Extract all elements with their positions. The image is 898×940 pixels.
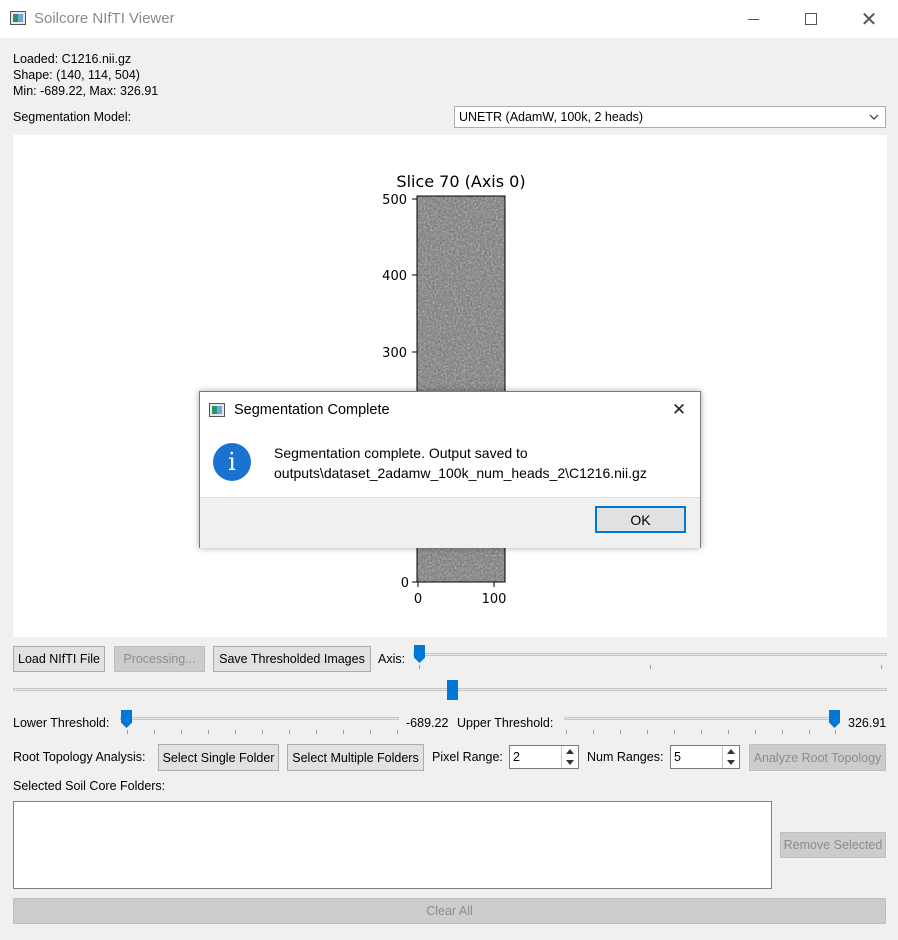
save-thresholded-button[interactable]: Save Thresholded Images <box>213 646 371 672</box>
dialog-message-line2: outputs\dataset_2adamw_100k_num_heads_2\… <box>274 465 647 481</box>
selected-folders-list[interactable] <box>13 801 772 889</box>
loaded-file-text: Loaded: C1216.nii.gz <box>13 52 132 66</box>
segmentation-model-label: Segmentation Model: <box>13 110 132 124</box>
app-icon <box>10 11 26 25</box>
upper-threshold-value: 326.91 <box>848 716 887 730</box>
window-title: Soilcore NIfTI Viewer <box>34 10 175 27</box>
dialog-app-icon <box>209 403 225 417</box>
x-tick-label: 0 <box>414 592 422 607</box>
threshold-tick <box>154 730 155 734</box>
threshold-tick <box>593 730 594 734</box>
processing-button[interactable]: Processing... <box>114 646 205 672</box>
lower-threshold-handle[interactable] <box>121 710 132 728</box>
lower-threshold-value: -689.22 <box>406 716 449 730</box>
threshold-tick <box>343 730 344 734</box>
threshold-tick <box>397 730 398 734</box>
threshold-tick <box>316 730 317 734</box>
arrow-up-icon[interactable] <box>727 749 735 754</box>
plot-title: Slice 70 (Axis 0) <box>396 172 525 191</box>
axis-slider-handle[interactable] <box>414 645 425 663</box>
y-tick-label: 300 <box>382 346 407 361</box>
pixel-range-spinbox[interactable]: 2 <box>509 745 579 769</box>
close-icon: ✕ <box>860 8 878 31</box>
upper-threshold-label: Upper Threshold: <box>457 716 554 730</box>
dialog-title: Segmentation Complete <box>234 402 390 418</box>
upper-threshold-track[interactable] <box>564 717 840 720</box>
threshold-tick <box>755 730 756 734</box>
threshold-tick <box>809 730 810 734</box>
selected-folders-label: Selected Soil Core Folders: <box>13 779 166 793</box>
clear-all-button[interactable]: Clear All <box>13 898 886 924</box>
threshold-tick <box>701 730 702 734</box>
y-tick-label: 400 <box>382 269 407 284</box>
slice-slider-handle[interactable] <box>447 680 458 700</box>
slice-figure: Slice 70 (Axis 0) 500 400 300 0 0 100 <box>382 172 525 607</box>
segmentation-complete-dialog: Segmentation Complete ✕ i Segmentation c… <box>199 391 701 548</box>
upper-threshold-handle[interactable] <box>829 710 840 728</box>
y-tick-label: 0 <box>401 576 409 591</box>
arrow-up-icon[interactable] <box>566 749 574 754</box>
segmentation-model-select[interactable]: UNETR (AdamW, 100k, 2 heads) <box>454 106 886 128</box>
analyze-root-topology-button[interactable]: Analyze Root Topology <box>749 744 886 771</box>
axis-slider-tick <box>419 665 420 669</box>
segmentation-model-value: UNETR (AdamW, 100k, 2 heads) <box>459 110 644 124</box>
axis-label: Axis: <box>378 652 406 666</box>
root-topology-label: Root Topology Analysis: <box>13 750 146 764</box>
title-bar: Soilcore NIfTI Viewer ✕ <box>0 0 898 38</box>
pixel-range-stepper[interactable] <box>561 746 578 768</box>
close-icon: ✕ <box>671 400 687 419</box>
num-ranges-stepper[interactable] <box>722 746 739 768</box>
threshold-tick <box>620 730 621 734</box>
threshold-tick <box>208 730 209 734</box>
threshold-tick <box>235 730 236 734</box>
threshold-tick <box>566 730 567 734</box>
num-ranges-value: 5 <box>674 750 681 764</box>
dialog-message-line1: Segmentation complete. Output saved to <box>274 445 528 461</box>
threshold-tick <box>181 730 182 734</box>
arrow-down-icon[interactable] <box>566 760 574 765</box>
axis-slider-track[interactable] <box>413 653 887 656</box>
minmax-text: Min: -689.22, Max: 326.91 <box>13 84 159 98</box>
info-glyph: i <box>228 448 236 476</box>
chevron-down-icon <box>869 114 879 120</box>
threshold-tick <box>647 730 648 734</box>
load-nifti-button[interactable]: Load NIfTI File <box>13 646 105 672</box>
minimize-button[interactable] <box>724 0 782 38</box>
ok-button[interactable]: OK <box>595 506 686 533</box>
axis-slider-tick <box>650 665 651 669</box>
threshold-tick <box>674 730 675 734</box>
lower-threshold-track[interactable] <box>120 717 399 720</box>
threshold-tick <box>782 730 783 734</box>
arrow-down-icon[interactable] <box>727 760 735 765</box>
axis-slider-tick <box>881 665 882 669</box>
plot-canvas: Slice 70 (Axis 0) 500 400 300 0 0 100 <box>13 135 887 637</box>
remove-selected-button[interactable]: Remove Selected <box>780 832 886 858</box>
close-button[interactable]: ✕ <box>840 0 898 38</box>
info-icon: i <box>213 443 251 481</box>
threshold-tick <box>262 730 263 734</box>
maximize-button[interactable] <box>782 0 840 38</box>
pixel-range-label: Pixel Range: <box>432 750 503 764</box>
select-multiple-folders-button[interactable]: Select Multiple Folders <box>287 744 424 771</box>
threshold-tick <box>728 730 729 734</box>
threshold-tick <box>127 730 128 734</box>
pixel-range-value: 2 <box>513 750 520 764</box>
dialog-close-button[interactable]: ✕ <box>666 398 692 422</box>
threshold-tick <box>370 730 371 734</box>
threshold-tick <box>289 730 290 734</box>
select-single-folder-button[interactable]: Select Single Folder <box>158 744 279 771</box>
num-ranges-label: Num Ranges: <box>587 750 664 764</box>
y-tick-label: 500 <box>382 193 407 208</box>
threshold-tick <box>835 730 836 734</box>
shape-text: Shape: (140, 114, 504) <box>13 68 140 82</box>
num-ranges-spinbox[interactable]: 5 <box>670 745 740 769</box>
lower-threshold-label: Lower Threshold: <box>13 716 110 730</box>
x-tick-label: 100 <box>482 592 507 607</box>
